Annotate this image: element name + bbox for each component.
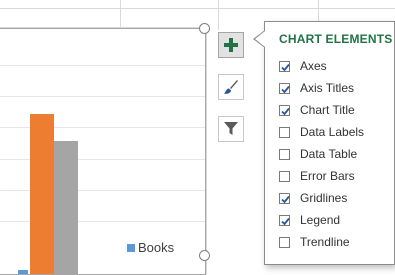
option-label: Axis Titles — [300, 81, 355, 95]
option-label: Data Table — [300, 147, 358, 161]
bar-orange[interactable] — [30, 114, 54, 274]
column-gridline — [218, 0, 219, 30]
checkbox[interactable] — [279, 82, 290, 94]
chart-gridline — [0, 96, 205, 97]
option-axes[interactable]: Axes — [279, 55, 364, 77]
chart-styles-button[interactable] — [218, 74, 244, 100]
option-label: Axes — [300, 59, 327, 73]
checkmark-icon — [281, 195, 290, 203]
option-chart-title[interactable]: Chart Title — [279, 99, 364, 121]
checkmark-icon — [281, 85, 290, 93]
panel-title: CHART ELEMENTS — [279, 32, 393, 46]
chart-elements-panel: CHART ELEMENTS Axes Axis Titles Chart Titl… — [264, 21, 395, 265]
option-label: Chart Title — [300, 103, 355, 117]
option-label: Gridlines — [300, 191, 348, 205]
option-error-bars[interactable]: Error Bars — [279, 165, 364, 187]
resize-handle-top-right[interactable] — [199, 23, 210, 34]
checkbox[interactable] — [279, 126, 290, 138]
plus-icon — [224, 38, 238, 52]
checkbox[interactable] — [279, 60, 290, 72]
column-gridline — [318, 0, 319, 22]
option-label: Trendline — [300, 235, 350, 249]
bar-blue[interactable] — [18, 270, 28, 274]
filter-icon — [224, 122, 238, 135]
checkmark-icon — [281, 217, 290, 225]
chart-elements-button[interactable] — [218, 32, 244, 58]
option-gridlines[interactable]: Gridlines — [279, 187, 364, 209]
legend-swatch-books — [127, 244, 135, 252]
checkbox[interactable] — [279, 214, 290, 226]
panel-pointer-inner — [255, 31, 265, 47]
paintbrush-icon — [224, 80, 238, 94]
chart-elements-list: Axes Axis Titles Chart Title Data Labels Dat… — [279, 55, 364, 253]
checkmark-icon — [281, 107, 290, 115]
option-label: Legend — [300, 213, 341, 227]
legend-label-books: Books — [138, 240, 175, 255]
row-gridline — [0, 8, 395, 9]
checkbox[interactable] — [279, 104, 290, 116]
checkbox[interactable] — [279, 236, 290, 248]
option-data-labels[interactable]: Data Labels — [279, 121, 364, 143]
checkmark-icon — [281, 63, 290, 71]
option-trendline[interactable]: Trendline — [279, 231, 364, 253]
option-data-table[interactable]: Data Table — [279, 143, 364, 165]
option-label: Data Labels — [300, 125, 365, 139]
chart-area[interactable]: Books — [0, 28, 206, 275]
checkbox[interactable] — [279, 192, 290, 204]
option-legend[interactable]: Legend — [279, 209, 364, 231]
bar-gray[interactable] — [54, 141, 78, 274]
checkbox[interactable] — [279, 170, 290, 182]
chart-gridline — [0, 65, 205, 66]
option-label: Error Bars — [300, 169, 355, 183]
chart-filters-button[interactable] — [218, 116, 244, 142]
option-axis-titles[interactable]: Axis Titles — [279, 77, 364, 99]
column-gridline — [120, 0, 121, 30]
resize-handle-bottom-right[interactable] — [199, 250, 210, 261]
checkbox[interactable] — [279, 148, 290, 160]
